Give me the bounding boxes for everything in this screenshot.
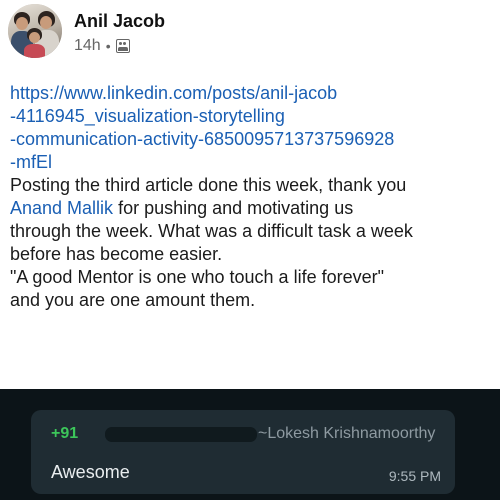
- post-meta: 14h •: [74, 36, 165, 56]
- screenshot: Anil Jacob 14h • https://www.linkedin.co…: [0, 0, 500, 500]
- post-link-line: -mfEl: [10, 152, 52, 172]
- sender-row: +91 ~Lokesh Krishnamoorthy: [51, 423, 451, 445]
- post-link-line: -4116945_visualization-storytelling: [10, 106, 285, 126]
- post-header: Anil Jacob 14h •: [8, 4, 165, 58]
- post-text-line: Anand Mallik for pushing and motivating …: [10, 197, 494, 220]
- avatar[interactable]: [8, 4, 62, 58]
- post-link[interactable]: https://www.linkedin.com/posts/anil-jaco…: [10, 82, 494, 174]
- chat-bubble[interactable]: +91 ~Lokesh Krishnamoorthy Awesome 9:55 …: [31, 410, 455, 494]
- post-text: Posting the third article done this week…: [10, 174, 494, 312]
- post-body: https://www.linkedin.com/posts/anil-jaco…: [10, 82, 494, 312]
- sender-name: ~Lokesh Krishnamoorthy: [258, 425, 436, 442]
- message-time: 9:55 PM: [388, 468, 441, 484]
- post-text-line: Posting the third article done this week…: [10, 175, 407, 195]
- post-link-line: -communication-activity-6850095713737596…: [10, 129, 395, 149]
- post-text-line: and you are one amount them.: [10, 290, 256, 310]
- post-text-fragment: for pushing and motivating us: [113, 198, 354, 218]
- message-text: Awesome: [51, 462, 130, 482]
- post-link-line: https://www.linkedin.com/posts/anil-jaco…: [10, 83, 338, 103]
- author-name[interactable]: Anil Jacob: [74, 10, 165, 32]
- header-text: Anil Jacob 14h •: [74, 10, 165, 56]
- meta-separator: •: [105, 38, 111, 54]
- post-text-line: before has become easier.: [10, 244, 223, 264]
- post-text-line: through the week. What was a difficult t…: [10, 221, 413, 241]
- post-time: 14h: [74, 37, 101, 54]
- chat-strip: +91 ~Lokesh Krishnamoorthy Awesome 9:55 …: [0, 389, 500, 500]
- sender-phone[interactable]: +91: [51, 423, 78, 445]
- connections-icon: [115, 39, 130, 53]
- post-text-line: "A good Mentor is one who touch a life f…: [10, 267, 384, 287]
- mention-link[interactable]: Anand Mallik: [10, 198, 113, 218]
- redaction-mark: [105, 427, 257, 442]
